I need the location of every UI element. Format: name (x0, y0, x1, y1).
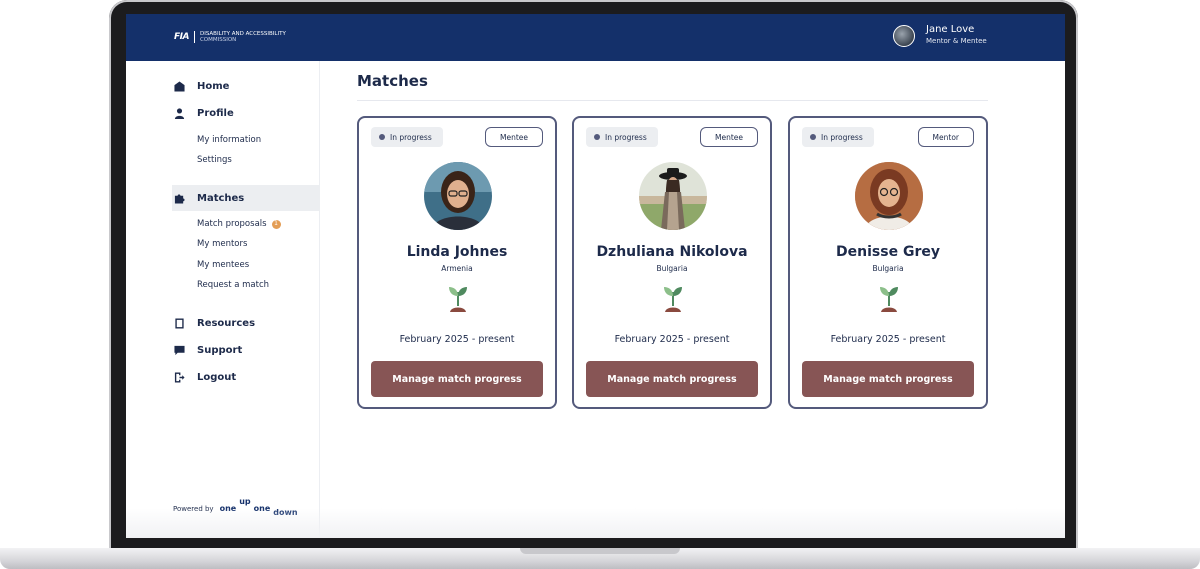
sprout-icon (664, 287, 682, 312)
sidebar-subitem-request-a-match[interactable]: Request a match (197, 279, 269, 291)
status-badge: In progress (586, 127, 658, 147)
sidebar-item-label: Profile (197, 107, 234, 119)
sidebar-item-matches[interactable]: Matches (172, 185, 320, 211)
status-label: In progress (605, 132, 647, 142)
match-country: Bulgaria (872, 264, 904, 273)
status-dot-icon (594, 134, 600, 140)
logout-icon (172, 370, 186, 384)
match-country: Armenia (441, 264, 473, 273)
user-role: Mentor & Mentee (926, 37, 987, 45)
brand-text: Disability and Accessibility Commission (200, 31, 286, 43)
sprout-icon (449, 287, 467, 312)
sidebar-subitem-my-mentors[interactable]: My mentors (197, 238, 247, 250)
top-bar: FIA Disability and Accessibility Commiss… (126, 14, 1065, 61)
sidebar-item-profile[interactable]: Profile (172, 100, 234, 126)
user-menu[interactable]: Jane Love Mentor & Mentee (893, 24, 987, 47)
match-card: In progress Mentor Denisse Grey Bulgaria… (788, 116, 988, 409)
avatar (639, 162, 707, 230)
manage-match-button[interactable]: Manage match progress (586, 361, 758, 397)
match-name: Dzhuliana Nikolova (596, 244, 748, 260)
brand-line-2: Commission (199, 37, 237, 43)
user-name: Jane Love (926, 24, 975, 35)
sidebar-item-home[interactable]: Home (172, 73, 229, 99)
app-screen: FIA Disability and Accessibility Commiss… (126, 14, 1065, 538)
chat-icon (172, 343, 186, 357)
screen-bottom-fade (126, 508, 1065, 538)
brand-divider (193, 31, 195, 43)
sidebar-item-label: Logout (197, 371, 237, 383)
status-label: In progress (821, 132, 863, 142)
sidebar-subitem-match-proposals[interactable]: Match proposals 1 (197, 218, 281, 230)
sidebar-item-label: Support (197, 344, 243, 356)
sidebar-item-resources[interactable]: Resources (172, 310, 255, 336)
sidebar-item-label: Home (197, 80, 230, 92)
sidebar-subitem-settings[interactable]: Settings (197, 154, 232, 166)
user-icon (172, 106, 186, 120)
status-badge: In progress (371, 127, 443, 147)
sidebar-item-support[interactable]: Support (172, 337, 242, 363)
title-divider (357, 100, 988, 101)
match-name: Linda Johnes (406, 244, 508, 260)
sidebar-subitem-label: Match proposals (197, 219, 267, 229)
logo-word-up: up (239, 497, 251, 506)
puzzle-icon (172, 191, 186, 205)
status-dot-icon (810, 134, 816, 140)
sidebar-item-label: Matches (197, 192, 245, 204)
user-info: Jane Love Mentor & Mentee (926, 24, 987, 47)
sidebar-subitem-my-mentees[interactable]: My mentees (197, 259, 249, 271)
laptop-notch (520, 548, 680, 554)
match-country: Bulgaria (656, 264, 688, 273)
status-label: In progress (390, 132, 432, 142)
role-badge: Mentee (699, 127, 758, 147)
match-card: In progress Mentee Dzhuliana Nikolova Bu… (572, 116, 772, 409)
status-dot-icon (379, 134, 385, 140)
user-avatar[interactable] (893, 24, 915, 47)
notification-badge: 1 (271, 219, 281, 229)
home-icon (172, 79, 186, 93)
match-period: February 2025 - present (399, 334, 515, 345)
brand-logo[interactable]: FIA Disability and Accessibility Commiss… (174, 31, 286, 43)
fia-logo-mark: FIA (174, 32, 189, 42)
avatar (855, 162, 923, 230)
sidebar-item-label: Resources (197, 317, 256, 329)
manage-match-button[interactable]: Manage match progress (802, 361, 974, 397)
match-name: Denisse Grey (836, 244, 940, 260)
match-period: February 2025 - present (830, 334, 946, 345)
role-badge: Mentee (484, 127, 543, 147)
sidebar: Home Profile My information Settings Mat… (126, 61, 320, 538)
sidebar-item-logout[interactable]: Logout (172, 364, 236, 390)
match-card: In progress Mentee Linda Johnes Armenia … (357, 116, 557, 409)
status-badge: In progress (802, 127, 874, 147)
book-icon (172, 316, 186, 330)
sprout-icon (880, 287, 898, 312)
page-title: Matches (357, 72, 428, 90)
match-period: February 2025 - present (614, 334, 730, 345)
manage-match-button[interactable]: Manage match progress (371, 361, 543, 397)
avatar (424, 162, 492, 230)
role-badge: Mentor (917, 127, 974, 147)
sidebar-subitem-my-information[interactable]: My information (197, 134, 261, 146)
